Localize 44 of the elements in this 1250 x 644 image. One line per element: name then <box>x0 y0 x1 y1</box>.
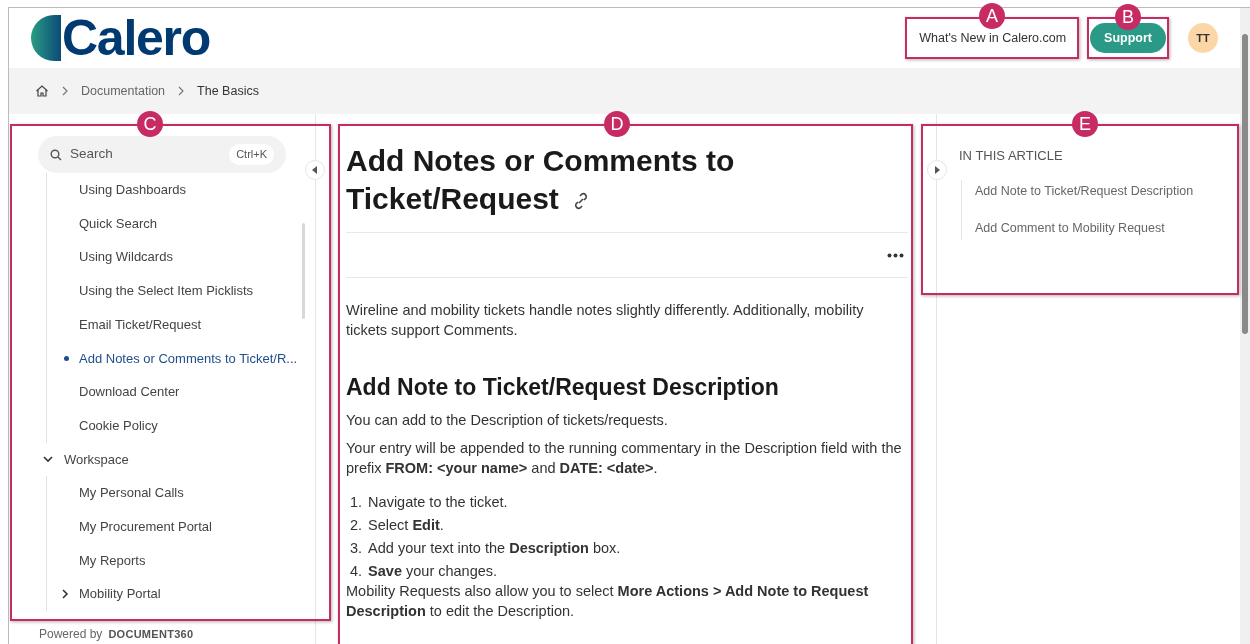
callout-badge: C <box>137 111 163 137</box>
section-heading: Add Note to Ticket/Request Description <box>346 373 780 402</box>
body-paragraph: You can add to the Description of tickets/requests. <box>346 411 669 430</box>
user-avatar[interactable]: TT <box>1188 23 1218 53</box>
powered-by-text: Powered by <box>39 625 103 643</box>
step-text: Save your changes. <box>368 562 498 581</box>
breadcrumb-link[interactable]: Documentation <box>81 81 166 101</box>
step-number: 4. <box>350 562 363 581</box>
intro-paragraph: Wireline and mobility tickets handle notes slightly differently. Additionally, mobility tickets support Comments. <box>346 301 865 340</box>
nav-item[interactable]: Using the Select Item Picklists <box>79 281 254 301</box>
step-number: 2. <box>350 516 363 535</box>
nav-item[interactable]: Mobility Portal <box>79 584 161 604</box>
nav-item[interactable]: Using Dashboards <box>79 180 186 200</box>
body-paragraph: Your entry will be appended to the running commentary in the Description field with the prefix FROM: <your name> and DATE: <date>. <box>346 439 903 478</box>
step-number: 3. <box>350 539 363 558</box>
callout-badge: E <box>1072 111 1098 137</box>
breadcrumb-link[interactable]: The Basics <box>197 81 259 101</box>
nav-item[interactable]: Using Wildcards <box>79 247 173 267</box>
nav-item[interactable]: Quick Search <box>79 213 158 234</box>
nav-item[interactable]: My Personal Calls <box>79 483 184 503</box>
callout-badge: B <box>1115 4 1141 30</box>
nav-item[interactable]: Download Center <box>79 382 180 402</box>
whats-new-link[interactable]: What's New in Calero.com <box>919 28 1067 48</box>
article-title: Add Notes or Comments to Ticket/Request <box>346 143 736 217</box>
nav-item[interactable]: My Procurement Portal <box>79 516 212 537</box>
nav-item[interactable]: My Reports <box>79 550 146 571</box>
toc-link[interactable]: Add Comment to Mobility Request <box>975 219 1240 238</box>
callout-badge: D <box>604 111 630 137</box>
step-text: Add your text into the Description box. <box>368 539 621 558</box>
shortcut-hint: Ctrl+K <box>229 144 274 165</box>
logo[interactable]: Calero <box>62 13 211 63</box>
step-text: Select Edit. <box>368 516 444 535</box>
nav-item[interactable]: Workspace <box>64 449 129 470</box>
step-number: 1. <box>350 493 363 512</box>
nav-item[interactable]: Email Ticket/Request <box>79 314 202 335</box>
body-paragraph: Mobility Requests also allow you to select More Actions > Add Note to Request Description to edit the Description. <box>346 582 870 621</box>
nav-item[interactable]: Cookie Policy <box>79 415 158 436</box>
brand-text[interactable]: DOCUMENT360 <box>108 625 194 643</box>
callout-badge: A <box>979 3 1005 29</box>
toc-link[interactable]: Add Note to Ticket/Request Description <box>975 181 1240 201</box>
step-text: Navigate to the ticket. <box>368 493 508 512</box>
toc-heading: IN THIS ARTICLE <box>959 147 1064 165</box>
search-field[interactable]: Search Ctrl+K <box>38 136 286 173</box>
nav-item[interactable]: Add Notes or Comments to Ticket/R... <box>79 348 298 369</box>
